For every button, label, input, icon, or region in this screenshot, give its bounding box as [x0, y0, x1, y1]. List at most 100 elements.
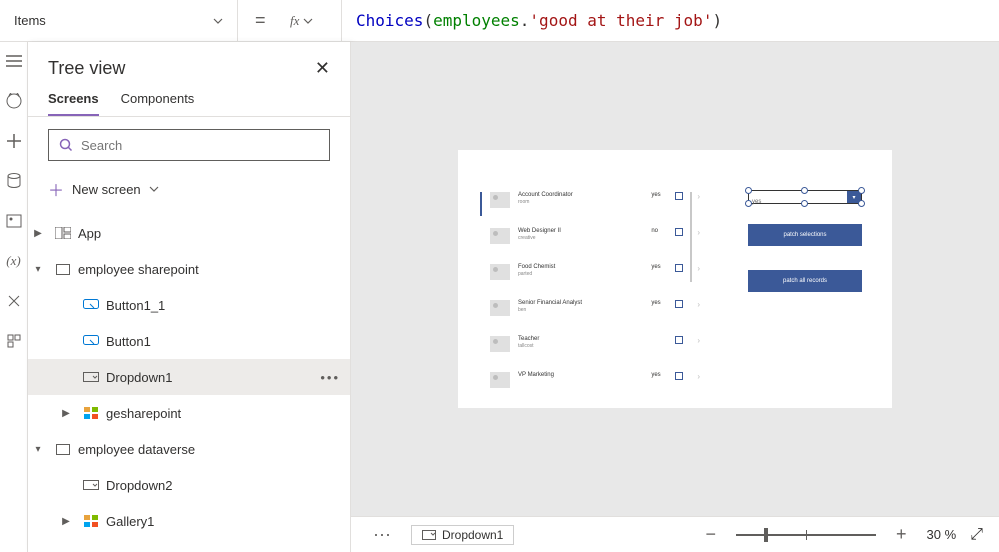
thumbnail [490, 264, 510, 280]
tree-node-dropdown[interactable]: Dropdown2 [28, 467, 350, 503]
new-screen-button[interactable]: ＋ New screen [28, 173, 350, 211]
button-icon [82, 334, 100, 348]
search-input[interactable] [81, 138, 319, 153]
chevron-right-icon: › [697, 264, 700, 273]
button-label: patch all records [783, 278, 827, 284]
tree-node-gallery[interactable]: ▶ Gallery1 [28, 503, 350, 539]
row-title: Account Coordinator [518, 192, 643, 199]
hamburger-icon[interactable] [5, 52, 23, 70]
gallery-preview: Account Coordinatorroom yes › Web Designer … [480, 192, 700, 408]
settings-icon[interactable] [5, 332, 23, 350]
plus-icon: ＋ [48, 177, 64, 201]
canvas-area[interactable]: Account Coordinatorroom yes › Web Designer … [351, 42, 999, 516]
zoom-slider[interactable] [736, 534, 876, 536]
search-icon [59, 138, 73, 152]
patch-selections-button[interactable]: patch selections [748, 224, 862, 246]
tree-node-dropdown[interactable]: Dropdown1 ••• [28, 359, 350, 395]
checkbox[interactable] [675, 372, 683, 380]
dropdown-icon [82, 370, 100, 384]
gallery-icon [82, 514, 100, 528]
gallery-row[interactable]: VP Marketingyes› [480, 372, 700, 408]
zoom-out-button[interactable]: − [700, 524, 723, 545]
gallery-row[interactable]: Senior Financial Analystbenyes› [480, 300, 700, 336]
tree-node-gallery[interactable]: ▶ gesharepoint [28, 395, 350, 431]
chevron-right-icon: › [697, 372, 700, 381]
dropdown-icon [82, 478, 100, 492]
tree-node-app[interactable]: ▶ App [28, 215, 350, 251]
checkbox[interactable] [675, 336, 683, 344]
chevron-right-icon: › [697, 300, 700, 309]
resize-handle[interactable] [745, 200, 752, 207]
fx-label[interactable]: fx [282, 0, 342, 41]
tree-node-screen[interactable]: ▾ employee sharepoint [28, 251, 350, 287]
row-title: Food Chemist [518, 264, 643, 271]
zoom-in-button[interactable]: + [890, 524, 913, 545]
gallery-row[interactable]: Teachertallcost› [480, 336, 700, 372]
screen-icon [54, 262, 72, 276]
thumbnail [490, 192, 510, 208]
tree: ▶ App ▾ employee sharepoint Button1_1 Bu… [28, 211, 350, 543]
gallery-icon [82, 406, 100, 420]
checkbox[interactable] [675, 192, 683, 200]
row-value: yes [651, 192, 667, 198]
formula-function: Choices [356, 11, 423, 30]
tree-node-label: Button1 [106, 334, 340, 349]
media-icon[interactable] [5, 212, 23, 230]
formula-field: 'good at their job' [529, 11, 712, 30]
tab-components[interactable]: Components [121, 91, 195, 116]
resize-handle[interactable] [745, 187, 752, 194]
checkbox[interactable] [675, 228, 683, 236]
tab-screens[interactable]: Screens [48, 91, 99, 116]
advanced-icon[interactable] [5, 292, 23, 310]
formula-input[interactable]: Choices(employees.'good at their job') [342, 11, 999, 30]
row-title: Senior Financial Analyst [518, 300, 643, 307]
dropdown-icon [422, 530, 436, 540]
tree-view-icon[interactable] [5, 92, 23, 110]
gallery-row[interactable]: Account Coordinatorroomyes› [480, 192, 700, 228]
property-selector[interactable]: Items [0, 0, 238, 41]
close-icon[interactable]: ✕ [315, 58, 330, 79]
patch-all-records-button[interactable]: patch all records [748, 270, 862, 292]
variables-icon[interactable]: (x) [5, 252, 23, 270]
gallery-row[interactable]: Web Designer IIcreativeno› [480, 228, 700, 264]
tree-node-label: gesharepoint [106, 406, 340, 421]
breadcrumb[interactable]: Dropdown1 [411, 525, 514, 545]
screen-icon [54, 442, 72, 456]
row-value: no [651, 228, 667, 234]
expand-icon[interactable]: ⤢ [970, 526, 983, 544]
resize-handle[interactable] [858, 187, 865, 194]
resize-handle[interactable] [801, 200, 808, 207]
status-bar: ··· Dropdown1 − + 30 % ⤢ [351, 516, 999, 552]
insert-icon[interactable] [5, 132, 23, 150]
tree-node-label: Dropdown1 [106, 370, 314, 385]
scrollbar[interactable] [690, 192, 692, 282]
app-icon [54, 226, 72, 240]
zoom-value: 30 % [927, 527, 957, 542]
tree-node-button[interactable]: Button1 [28, 323, 350, 359]
gallery-row[interactable]: Food Chemistpartedyes› [480, 264, 700, 300]
chevron-right-icon: › [697, 228, 700, 237]
chevron-right-icon: ▶ [28, 228, 48, 239]
selection-bar [480, 192, 482, 216]
tree-node-button[interactable]: Button1_1 [28, 287, 350, 323]
left-rail: (x) [0, 42, 28, 552]
row-subtitle: room [518, 199, 643, 205]
chevron-right-icon: ▶ [56, 516, 76, 527]
resize-handle[interactable] [801, 187, 808, 194]
slider-knob[interactable] [764, 528, 768, 542]
tree-node-label: employee dataverse [78, 442, 340, 457]
tree-node-screen[interactable]: ▾ employee dataverse [28, 431, 350, 467]
thumbnail [490, 300, 510, 316]
app-canvas[interactable]: Account Coordinatorroom yes › Web Designer … [458, 150, 892, 408]
row-title: Web Designer II [518, 228, 643, 235]
data-icon[interactable] [5, 172, 23, 190]
more-icon[interactable]: ··· [367, 524, 397, 545]
button-icon [82, 298, 100, 312]
checkbox[interactable] [675, 300, 683, 308]
more-icon[interactable]: ••• [320, 370, 340, 385]
resize-handle[interactable] [858, 200, 865, 207]
chevron-down-icon: ▾ [28, 264, 48, 275]
checkbox[interactable] [675, 264, 683, 272]
breadcrumb-label: Dropdown1 [442, 528, 503, 542]
search-box[interactable] [48, 129, 330, 161]
